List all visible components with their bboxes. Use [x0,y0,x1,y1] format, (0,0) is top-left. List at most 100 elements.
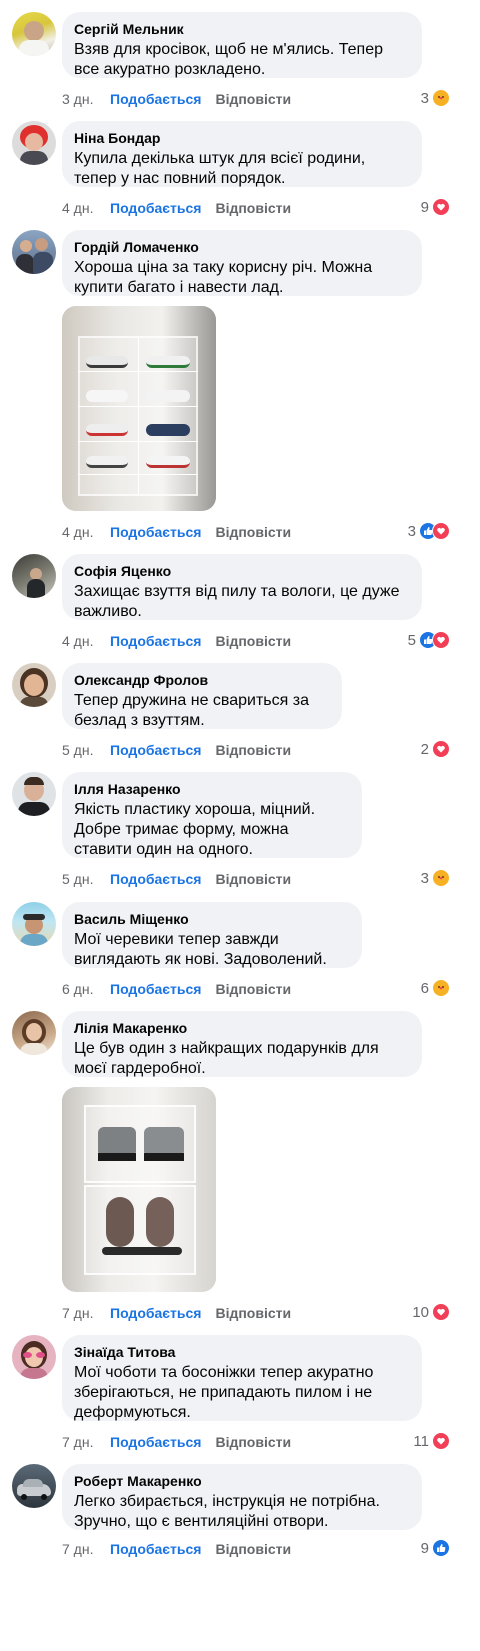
reaction-count: 3 [407,522,416,540]
like-button[interactable]: Подобається [110,90,201,108]
care-reaction-icon [432,869,450,887]
comment-author[interactable]: Сергій Мельник [74,20,410,38]
reaction-summary[interactable]: 3 [421,868,450,888]
love-reaction-icon [432,1432,450,1450]
like-reaction-icon [432,1539,450,1557]
reply-button[interactable]: Відповісти [215,523,291,541]
comment-actions: 5 дн. Подобається Відповісти [62,870,291,888]
like-button[interactable]: Подобається [110,741,201,759]
comment-bubble: Ілля Назаренко Якість пластику хороша, м… [62,772,362,858]
comment-text: Тепер дружина не свариться за безлад з в… [74,692,309,729]
comment-author[interactable]: Лілія Макаренко [74,1019,410,1037]
reply-button[interactable]: Відповісти [215,980,291,998]
reaction-count: 5 [407,631,416,649]
comment-text: Захищає взуття від пилу та вологи, це ду… [74,583,400,620]
avatar[interactable] [12,1464,56,1508]
comment-actions: 7 дн. Подобається Відповісти [62,1540,291,1558]
love-reaction-icon [432,631,450,649]
comment-actions: 7 дн. Подобається Відповісти [62,1433,291,1451]
reaction-count: 9 [420,1539,429,1557]
comment-bubble: Гордій Ломаченко Хороша ціна за таку кор… [62,230,422,296]
like-button[interactable]: Подобається [110,199,201,217]
comment-time[interactable]: 4 дн. [62,199,110,217]
comment-author[interactable]: Роберт Макаренко [74,1472,410,1490]
reply-button[interactable]: Відповісти [215,199,291,217]
reaction-count: 2 [420,740,429,758]
comment-time[interactable]: 7 дн. [62,1540,110,1558]
avatar[interactable] [12,663,56,707]
reaction-count: 6 [420,979,429,997]
comment-actions: 4 дн. Подобається Відповісти [62,632,291,650]
comment-time[interactable]: 4 дн. [62,523,110,541]
comment-time[interactable]: 7 дн. [62,1433,110,1451]
love-reaction-icon [432,522,450,540]
comment-time[interactable]: 5 дн. [62,870,110,888]
comment-author[interactable]: Олександр Фролов [74,671,330,689]
reaction-count: 3 [420,89,429,107]
comment-author[interactable]: Зінаїда Титова [74,1343,410,1361]
comment-time[interactable]: 5 дн. [62,741,110,759]
care-reaction-icon [432,979,450,997]
like-button[interactable]: Подобається [110,1433,201,1451]
comment-author[interactable]: Василь Міщенко [74,910,350,928]
comment-bubble: Зінаїда Титова Мої чоботи та босоніжки т… [62,1335,422,1421]
avatar[interactable] [12,772,56,816]
reaction-count: 9 [420,198,429,216]
comment-author[interactable]: Ніна Бондар [74,129,410,147]
comment-author[interactable]: Гордій Ломаченко [74,238,410,256]
reply-button[interactable]: Відповісти [215,90,291,108]
avatar[interactable] [12,1335,56,1379]
reply-button[interactable]: Відповісти [215,1540,291,1558]
like-button[interactable]: Подобається [110,523,201,541]
reaction-summary[interactable]: 2 [421,739,450,759]
comment-photo[interactable] [62,306,216,511]
reply-button[interactable]: Відповісти [215,870,291,888]
like-button[interactable]: Подобається [110,870,201,888]
comment-actions: 3 дн. Подобається Відповісти [62,90,291,108]
avatar[interactable] [12,1011,56,1055]
avatar[interactable] [12,902,56,946]
comment-text: Легко збирається, інструкція не потрібна… [74,1493,380,1530]
comment-photo[interactable] [62,1087,216,1292]
comment-text: Купила декілька штук для всієї родини, т… [74,150,366,187]
comment-bubble: Лілія Макаренко Це був один з найкращих … [62,1011,422,1077]
reply-button[interactable]: Відповісти [215,1433,291,1451]
comment-actions: 4 дн. Подобається Відповісти [62,523,291,541]
comment-text: Якість пластику хороша, міцний. Добре тр… [74,801,316,858]
comment-bubble: Олександр Фролов Тепер дружина не сварит… [62,663,342,729]
avatar[interactable] [12,554,56,598]
reaction-summary[interactable]: 6 [421,978,450,998]
comment-actions: 5 дн. Подобається Відповісти [62,741,291,759]
comment-time[interactable]: 4 дн. [62,632,110,650]
like-button[interactable]: Подобається [110,1304,201,1322]
comment-text: Взяв для кросівок, щоб не м'ялись. Тепер… [74,41,383,78]
comment-bubble: Сергій Мельник Взяв для кросівок, щоб не… [62,12,422,78]
reply-button[interactable]: Відповісти [215,741,291,759]
reaction-summary[interactable]: 10 [412,1302,450,1322]
reply-button[interactable]: Відповісти [215,632,291,650]
comment-time[interactable]: 3 дн. [62,90,110,108]
reaction-summary[interactable]: 9 [421,1538,450,1558]
reply-button[interactable]: Відповісти [215,1304,291,1322]
comment-author[interactable]: Софія Яценко [74,562,410,580]
comment-author[interactable]: Ілля Назаренко [74,780,350,798]
comment-time[interactable]: 7 дн. [62,1304,110,1322]
reaction-summary[interactable]: 11 [413,1431,450,1451]
like-button[interactable]: Подобається [110,1540,201,1558]
comment-time[interactable]: 6 дн. [62,980,110,998]
comment-text: Хороша ціна за таку корисну річ. Можна к… [74,259,373,296]
love-reaction-icon [432,198,450,216]
like-button[interactable]: Подобається [110,980,201,998]
reaction-summary[interactable]: 3 [421,88,450,108]
reaction-summary[interactable]: 3 [408,521,450,541]
reaction-summary[interactable]: 9 [421,197,450,217]
reaction-summary[interactable]: 5 [408,630,450,650]
comment-text: Мої чоботи та босоніжки тепер акуратно з… [74,1364,374,1421]
like-button[interactable]: Подобається [110,632,201,650]
care-reaction-icon [432,89,450,107]
avatar[interactable] [12,230,56,274]
comment-bubble: Софія Яценко Захищає взуття від пилу та … [62,554,422,620]
avatar[interactable] [12,121,56,165]
love-reaction-icon [432,740,450,758]
avatar[interactable] [12,12,56,56]
